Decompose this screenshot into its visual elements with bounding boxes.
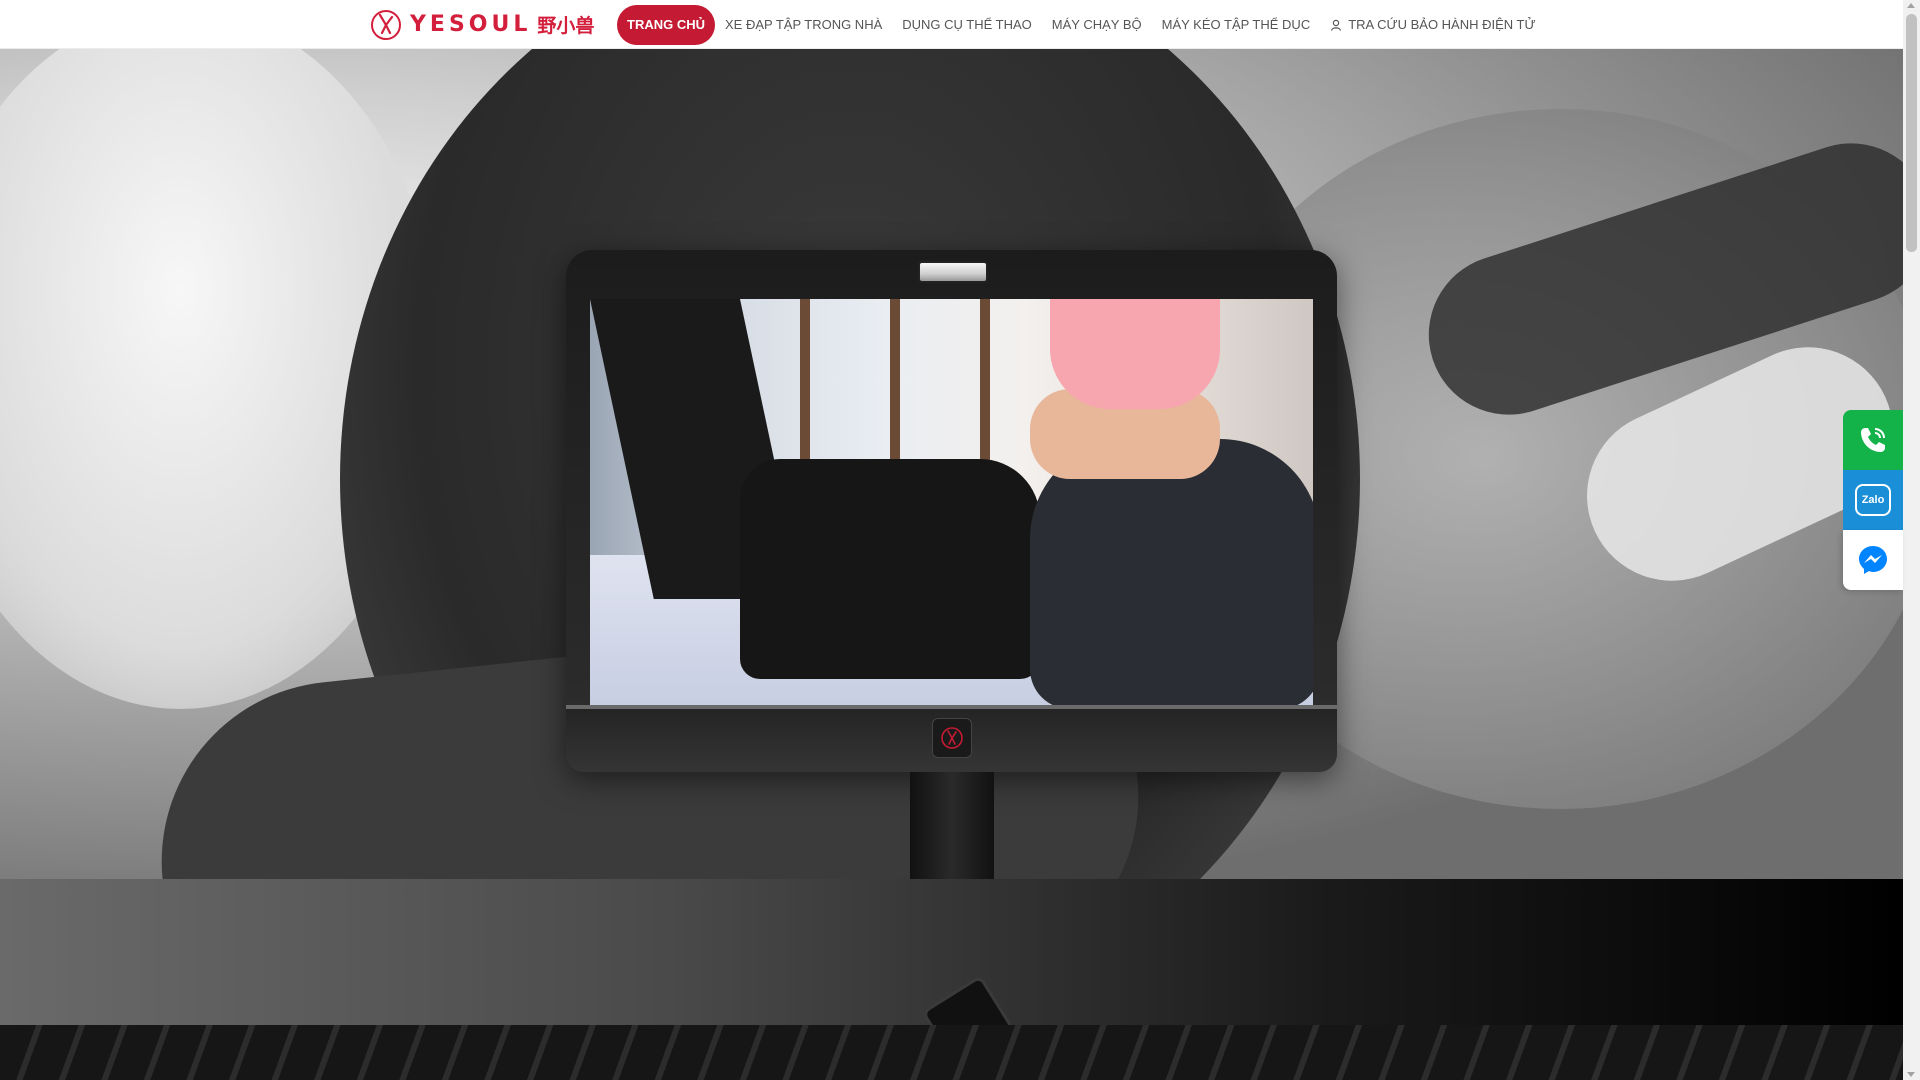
monitor-screen-video[interactable]	[590, 299, 1313, 705]
phone-call-button[interactable]	[1843, 410, 1903, 470]
scroll-down-arrow-icon[interactable]	[1907, 1072, 1915, 1077]
lower-section	[0, 879, 1903, 1080]
logo-cn-text: 野小兽	[537, 14, 595, 37]
monitor-camera	[918, 261, 988, 283]
logo[interactable]: YESOUL 野小兽	[368, 7, 594, 41]
hero-banner	[0, 49, 1903, 879]
main-nav: TRANG CHỦ XE ĐẠP TẬP TRONG NHÀ DỤNG CỤ T…	[617, 5, 1546, 45]
bike-monitor	[566, 250, 1337, 772]
page-scrollbar[interactable]	[1903, 0, 1920, 1080]
nav-tra-cuu-label: TRA CỨU BẢO HÀNH ĐIỆN TỬ	[1348, 17, 1536, 32]
phone-icon	[1861, 428, 1885, 452]
user-icon	[1331, 19, 1342, 31]
tread-texture	[0, 1025, 1903, 1080]
messenger-icon	[1859, 546, 1887, 574]
nav-may-keo-tap[interactable]: MÁY KÉO TẬP THỂ DỤC	[1152, 5, 1321, 45]
logo-text: YESOUL	[410, 11, 532, 37]
yesoul-logo-icon	[371, 10, 401, 40]
nav-xe-dap-tap[interactable]: XE ĐẠP TẬP TRONG NHÀ	[715, 5, 892, 45]
zalo-chat-button[interactable]: Zalo	[1843, 470, 1903, 530]
nav-tra-cuu-bao-hanh[interactable]: TRA CỨU BẢO HÀNH ĐIỆN TỬ	[1320, 5, 1545, 45]
screen-rider-top	[1050, 299, 1220, 409]
screen-bike-body	[740, 459, 1040, 679]
nav-may-chay-bo[interactable]: MÁY CHẠY BỘ	[1042, 5, 1152, 45]
scroll-up-arrow-icon[interactable]	[1907, 3, 1915, 8]
site-header: YESOUL 野小兽 TRANG CHỦ XE ĐẠP TẬP TRONG NH…	[0, 0, 1903, 49]
zalo-icon: Zalo	[1855, 484, 1891, 516]
contact-buttons: Zalo	[1843, 410, 1903, 590]
monitor-chin	[566, 705, 1337, 772]
scroll-thumb[interactable]	[1906, 14, 1917, 252]
nav-trang-chu[interactable]: TRANG CHỦ	[617, 5, 715, 45]
chin-logo-icon	[932, 718, 972, 758]
zalo-label: Zalo	[1861, 494, 1885, 506]
nav-dung-cu-the-thao[interactable]: DỤNG CỤ THỂ THAO	[892, 5, 1042, 45]
monitor-stand	[910, 772, 994, 879]
messenger-chat-button[interactable]	[1843, 530, 1903, 590]
